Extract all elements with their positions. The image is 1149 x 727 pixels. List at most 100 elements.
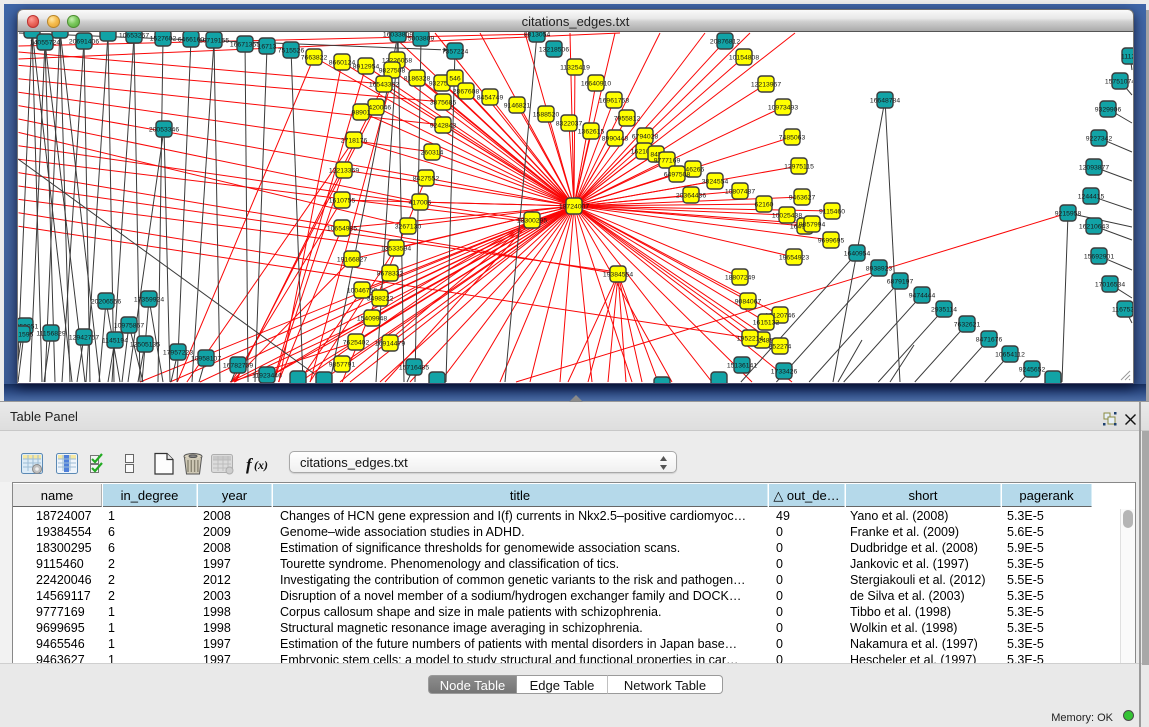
svg-text:3824554: 3824554 (702, 178, 729, 185)
svg-text:11123: 11123 (1121, 53, 1133, 60)
svg-text:7357224: 7357224 (442, 48, 469, 55)
svg-text:12093877: 12093877 (1079, 164, 1109, 171)
svg-text:20206556: 20206556 (91, 298, 121, 305)
svg-text:5003809: 5003809 (408, 35, 435, 42)
svg-text:19384554: 19384554 (603, 271, 633, 278)
svg-text:9827508: 9827508 (379, 67, 406, 74)
svg-text:12975115: 12975115 (784, 163, 814, 170)
svg-text:16782759: 16782759 (223, 362, 253, 369)
svg-text:15136141: 15136141 (727, 362, 757, 369)
svg-text:1145194: 1145194 (102, 337, 128, 344)
svg-text:1640954: 1640954 (844, 250, 871, 257)
svg-text:8660124: 8660124 (329, 59, 356, 66)
svg-text:6794028: 6794028 (632, 133, 659, 140)
svg-text:6879197: 6879197 (887, 278, 914, 285)
svg-text:2935114: 2935114 (931, 306, 957, 313)
svg-text:1733426: 1733426 (771, 368, 798, 375)
svg-text:8938923: 8938923 (866, 265, 893, 272)
svg-text:19166827: 19166827 (337, 256, 367, 263)
svg-text:10654112: 10654112 (995, 351, 1025, 358)
svg-text:13218506: 13218506 (539, 46, 569, 53)
svg-text:10154808: 10154808 (729, 54, 759, 61)
svg-text:8813054: 8813054 (524, 32, 551, 38)
svg-text:14055724: 14055724 (30, 39, 60, 46)
svg-text:15751074: 15751074 (1105, 78, 1133, 85)
svg-text:10653267: 10653267 (119, 32, 149, 39)
svg-text:18724007: 18724007 (559, 203, 589, 210)
svg-text:9245652: 9245652 (1019, 366, 1046, 373)
svg-text:8990448: 8990448 (602, 135, 629, 142)
svg-text:17016534: 17016534 (1095, 281, 1125, 288)
svg-text:1362615: 1362615 (578, 128, 605, 135)
svg-text:20053346: 20053346 (149, 126, 179, 133)
svg-text:9699695: 9699695 (818, 237, 845, 244)
svg-text:15409948: 15409948 (357, 315, 387, 322)
svg-text:3498222: 3498222 (367, 295, 394, 302)
svg-text:16640910: 16640910 (581, 80, 611, 87)
svg-text:8322037: 8322037 (556, 120, 583, 127)
svg-text:20876812: 20876812 (710, 38, 740, 45)
svg-text:19654923: 19654923 (779, 254, 809, 261)
svg-text:9146821: 9146821 (504, 102, 531, 109)
svg-text:16210643: 16210643 (1079, 223, 1109, 230)
svg-text:3267130: 3267130 (395, 223, 422, 230)
svg-text:8912954: 8912954 (353, 63, 380, 70)
svg-text:7955812: 7955812 (614, 115, 641, 122)
svg-text:17359924: 17359924 (134, 296, 164, 303)
svg-text:7632621: 7632621 (954, 321, 981, 328)
svg-text:9857791: 9857791 (329, 361, 356, 368)
svg-text:9474444: 9474444 (909, 292, 936, 299)
svg-text:12213967: 12213967 (751, 81, 781, 88)
svg-text:f: f (246, 455, 254, 474)
svg-text:17957223: 17957223 (163, 349, 193, 356)
svg-text:16671355: 16671355 (230, 41, 260, 48)
svg-text:9242843: 9242843 (430, 122, 457, 129)
svg-text:16961758: 16961758 (599, 97, 629, 104)
svg-text:7485063: 7485063 (779, 134, 806, 141)
svg-text:2867608: 2867608 (453, 88, 480, 95)
svg-text:20691406: 20691406 (69, 38, 99, 45)
svg-text:(x): (x) (254, 458, 268, 472)
svg-text:9857994: 9857994 (799, 221, 826, 228)
svg-text:1244415: 1244415 (1078, 193, 1105, 200)
svg-text:9329906: 9329906 (1095, 106, 1122, 113)
svg-text:9463627: 9463627 (789, 194, 816, 201)
svg-text:1615132: 1615132 (753, 319, 780, 326)
svg-text:10975867: 10975867 (114, 322, 144, 329)
svg-text:9227342: 9227342 (1086, 135, 1113, 142)
svg-text:252274: 252274 (769, 343, 792, 350)
svg-text:18300295: 18300295 (517, 217, 547, 224)
svg-text:9115460: 9115460 (819, 208, 845, 215)
svg-text:20364436: 20364436 (676, 192, 706, 199)
svg-text:16543362: 16543362 (369, 81, 399, 88)
svg-text:12942757: 12942757 (69, 334, 99, 341)
svg-text:8471676: 8471676 (976, 336, 1003, 343)
svg-text:8678332: 8678332 (377, 270, 404, 277)
svg-text:8454749: 8454749 (477, 94, 504, 101)
svg-text:62160: 62160 (755, 201, 774, 208)
svg-text:8186328: 8186328 (404, 75, 431, 82)
svg-text:3875685: 3875685 (430, 99, 457, 106)
svg-text:11923446: 11923446 (252, 372, 282, 379)
svg-text:12505135: 12505135 (130, 341, 160, 348)
svg-text:13533594: 13533594 (381, 245, 411, 252)
svg-text:391596: 391596 (18, 331, 34, 338)
svg-text:417006: 417006 (409, 199, 432, 206)
svg-text:7625402: 7625402 (343, 339, 370, 346)
svg-text:9777169: 9777169 (654, 157, 681, 164)
svg-text:260314: 260314 (421, 149, 444, 156)
svg-text:1588520: 1588520 (533, 111, 560, 118)
svg-text:6497508: 6497508 (664, 171, 691, 178)
svg-text:1952214: 1952214 (737, 335, 764, 342)
svg-text:11325419: 11325419 (560, 64, 590, 71)
svg-text:9084067: 9084067 (735, 298, 762, 305)
svg-text:16648784: 16648784 (870, 97, 900, 104)
svg-text:18807249: 18807249 (725, 274, 755, 281)
svg-text:10654985: 10654985 (327, 225, 357, 232)
svg-text:7663822: 7663822 (301, 54, 328, 61)
svg-text:8427552: 8427552 (413, 175, 440, 182)
svg-text:1527602: 1527602 (150, 35, 177, 42)
svg-text:10958107: 10958107 (191, 355, 221, 362)
svg-text:546: 546 (449, 75, 461, 82)
svg-text:16914479: 16914479 (375, 340, 405, 347)
